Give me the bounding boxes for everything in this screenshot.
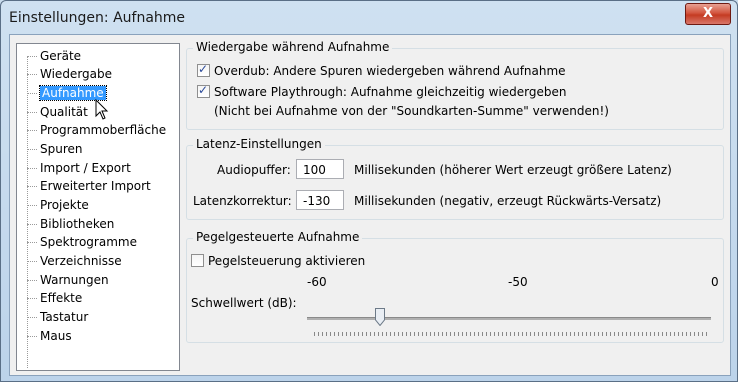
overdub-option[interactable]: Overdub: Andere Spuren wiedergeben währe… <box>197 62 566 78</box>
tree-item-label: Projekte <box>40 198 89 212</box>
tree-connector-line <box>27 56 29 368</box>
tree-item-effekte[interactable]: Effekte <box>27 289 83 307</box>
tree-item-erweiterter-import[interactable]: Erweiterter Import <box>27 177 151 195</box>
threshold-slider-thumb[interactable] <box>375 308 385 326</box>
preferences-window: Einstellungen: Aufnahme X Geräte Wiederg… <box>0 0 738 382</box>
tree-item-verzeichnisse[interactable]: Verzeichnisse <box>27 252 122 270</box>
tree-item-label: Import / Export <box>40 161 131 175</box>
playthrough-option[interactable]: Software Playthrough: Aufnahme gleichzei… <box>197 83 567 99</box>
overdub-label: Overdub: Andere Spuren wiedergeben währe… <box>214 64 566 78</box>
close-button[interactable]: X <box>685 3 731 25</box>
correction-hint: Millisekunden (negativ, erzeugt Rückwärt… <box>354 194 662 208</box>
level-group: Pegelgesteuerte Aufnahme Pegelsteuerung … <box>186 230 724 343</box>
tree-item-programmoberflaeche[interactable]: Programmoberfläche <box>27 121 167 139</box>
tree-item-label: Effekte <box>40 291 83 305</box>
level-enable-label: Pegelsteuerung aktivieren <box>208 254 366 268</box>
tree-item-label: Bibliotheken <box>40 217 115 231</box>
tree-item-bibliotheken[interactable]: Bibliotheken <box>27 215 115 233</box>
tree-item-spektrogramme[interactable]: Spektrogramme <box>27 233 137 251</box>
tree-item-label: Tastatur <box>40 310 89 324</box>
tree-item-label: Maus <box>40 329 72 343</box>
tree-item-tastatur[interactable]: Tastatur <box>27 308 89 326</box>
tree-item-geraete[interactable]: Geräte <box>27 47 82 65</box>
tree-item-label: Erweiterter Import <box>40 179 151 193</box>
level-enable-option[interactable]: Pegelsteuerung aktivieren <box>191 254 365 268</box>
playthrough-checkbox[interactable] <box>197 83 210 98</box>
tree-item-maus[interactable]: Maus <box>27 327 72 345</box>
category-tree[interactable]: Geräte Wiedergabe Aufnahme Qualität Prog… <box>16 43 180 371</box>
tree-item-spuren[interactable]: Spuren <box>27 140 83 158</box>
tree-item-label: Spuren <box>40 142 83 156</box>
tree-item-label: Aufnahme <box>39 85 107 101</box>
threshold-slider-ticks <box>314 332 708 336</box>
tree-item-wiedergabe[interactable]: Wiedergabe <box>27 65 113 83</box>
correction-label: Latenzkorrektur: <box>193 194 292 208</box>
latency-group: Latenz-Einstellungen Audiopuffer: 100 Mi… <box>186 137 724 220</box>
tree-item-label: Qualität <box>40 105 88 119</box>
level-enable-checkbox[interactable] <box>191 254 204 267</box>
tree-item-warnungen[interactable]: Warnungen <box>27 271 109 289</box>
scale-mid-label: -50 <box>508 275 528 289</box>
correction-input[interactable]: -130 <box>296 190 344 210</box>
threshold-slider-track[interactable] <box>307 317 711 320</box>
title-bar[interactable]: Einstellungen: Aufnahme X <box>1 1 737 35</box>
tree-item-qualitaet[interactable]: Qualität <box>27 103 88 121</box>
playback-group: Wiedergabe während Aufnahme Overdub: And… <box>186 40 724 130</box>
buffer-input[interactable]: 100 <box>296 159 344 179</box>
tree-item-label: Warnungen <box>40 273 109 287</box>
window-title: Einstellungen: Aufnahme <box>9 10 186 26</box>
threshold-label: Schwellwert (dB): <box>191 296 297 310</box>
latency-group-title: Latenz-Einstellungen <box>193 137 325 151</box>
tree-item-label: Wiedergabe <box>40 67 113 81</box>
dialog-client-area: Geräte Wiedergabe Aufnahme Qualität Prog… <box>9 34 731 376</box>
tree-item-label: Programmoberfläche <box>40 123 167 137</box>
playback-group-title: Wiedergabe während Aufnahme <box>193 40 393 54</box>
tree-item-projekte[interactable]: Projekte <box>27 196 89 214</box>
scale-min-label: -60 <box>307 275 327 289</box>
overdub-checkbox[interactable] <box>197 62 210 77</box>
level-group-title: Pegelgesteuerte Aufnahme <box>193 230 363 244</box>
close-icon: X <box>702 6 714 21</box>
mouse-cursor-icon <box>95 99 109 120</box>
buffer-hint: Millisekunden (höherer Wert erzeugt größ… <box>354 163 672 177</box>
scale-max-label: 0 <box>711 275 719 289</box>
tree-item-label: Geräte <box>40 49 82 63</box>
playthrough-note: (Nicht bei Aufnahme von der "Soundkarten… <box>214 104 609 118</box>
tree-item-label: Spektrogramme <box>40 235 137 249</box>
tree-item-label: Verzeichnisse <box>40 254 122 268</box>
tree-item-import-export[interactable]: Import / Export <box>27 159 131 177</box>
buffer-label: Audiopuffer: <box>217 163 291 177</box>
playthrough-label: Software Playthrough: Aufnahme gleichzei… <box>214 85 567 99</box>
